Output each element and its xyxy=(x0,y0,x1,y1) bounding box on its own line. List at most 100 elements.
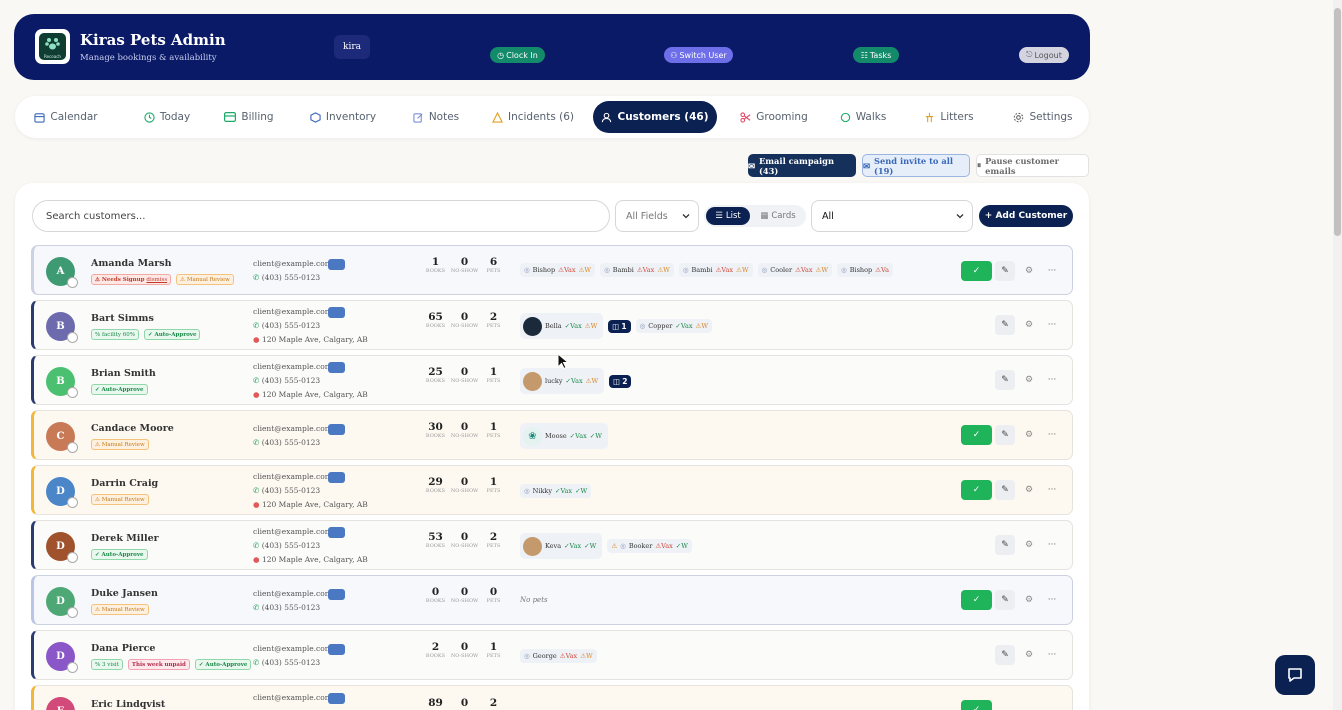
edit-button[interactable]: ✎ xyxy=(995,480,1015,500)
more-button[interactable]: ··· xyxy=(1044,425,1060,445)
edit-button[interactable]: ✎ xyxy=(995,590,1015,610)
pet-tag[interactable]: ◎ Copper ✓Vax ⚠W xyxy=(635,319,713,333)
tab-litters[interactable]: Litters xyxy=(920,101,978,133)
customer-name[interactable]: Derek Miller xyxy=(91,533,159,544)
pet-tag[interactable]: ◎ Nikky ✓Vax ✓W xyxy=(520,484,592,498)
customer-row[interactable]: B Bart Simms % facility 60% ✓ Auto-Appro… xyxy=(31,300,1073,350)
pet-tag[interactable]: ⚠ ◎ Booker ⚠Vax ✓W xyxy=(607,539,692,553)
edit-button[interactable]: ✎ xyxy=(995,535,1015,555)
email-customer-button[interactable] xyxy=(328,259,345,270)
gear-icon xyxy=(1014,112,1024,122)
logout-button[interactable]: ⎋ Logout xyxy=(1019,47,1069,63)
customer-name[interactable]: Candace Moore xyxy=(91,423,174,434)
edit-button[interactable]: ✎ xyxy=(995,645,1015,665)
pet-tag[interactable]: ◎ Bishop ⚠Vax ⚠W xyxy=(520,263,596,277)
email-customer-button[interactable] xyxy=(328,527,345,538)
scrollbar-thumb[interactable] xyxy=(1334,8,1341,236)
customer-name[interactable]: Dana Pierce xyxy=(91,643,155,654)
search-input[interactable]: Search customers... xyxy=(32,200,610,232)
approve-button[interactable]: ✓ xyxy=(961,590,992,610)
customer-name[interactable]: Darrin Craig xyxy=(91,478,158,489)
customer-row[interactable]: A Amanda Marsh ⚠ Needs Signup dismiss ⚠ … xyxy=(31,245,1073,295)
email-customer-button[interactable] xyxy=(328,362,345,373)
dismiss-link[interactable]: dismiss xyxy=(146,277,167,283)
customer-row[interactable]: D Derek Miller ✓ Auto-Approve client@exa… xyxy=(31,520,1073,570)
customer-name[interactable]: Brian Smith xyxy=(91,368,156,379)
tab-settings[interactable]: Settings xyxy=(1007,101,1079,133)
tab-walks[interactable]: Walks xyxy=(835,101,891,133)
tab-notes[interactable]: Notes xyxy=(405,101,467,133)
scrollbar[interactable] xyxy=(1333,0,1342,710)
tab-grooming[interactable]: Grooming xyxy=(731,101,817,133)
pet-list: ◎ George ⚠Vax ⚠W xyxy=(520,649,948,663)
more-button[interactable]: ··· xyxy=(1044,535,1060,555)
settings-button[interactable]: ⚙ xyxy=(1022,535,1036,555)
approve-button[interactable]: ✓ xyxy=(961,261,992,281)
pet-tag[interactable]: ❀ Moose ✓Vax ✓W xyxy=(520,423,608,449)
customer-row[interactable]: E Eric Lindqvist client@example.com 89 0… xyxy=(31,685,1073,710)
customer-name[interactable]: Eric Lindqvist xyxy=(91,699,165,710)
approve-button[interactable]: ✓ xyxy=(961,700,992,710)
clock-in-button[interactable]: ◷ Clock In xyxy=(490,47,545,63)
email-campaign-button[interactable]: ✉ Email campaign (43) xyxy=(748,154,856,177)
pet-tag[interactable]: Bella ✓Vax ⚠W xyxy=(520,313,604,339)
pet-tag[interactable]: ◎ Bishop ⚠Va xyxy=(837,263,893,277)
tab-calendar[interactable]: Calendar xyxy=(30,101,102,133)
approve-button[interactable]: ✓ xyxy=(961,480,992,500)
email-customer-button[interactable] xyxy=(328,589,345,600)
email-customer-button[interactable] xyxy=(328,307,345,318)
cards-view-button[interactable]: ▦ Cards xyxy=(754,207,802,225)
fields-select[interactable]: All Fields xyxy=(615,200,699,232)
current-user-badge[interactable]: kira xyxy=(334,35,370,59)
list-view-button[interactable]: ☰ List xyxy=(706,207,750,225)
customer-name[interactable]: Amanda Marsh xyxy=(91,258,172,269)
pet-tag[interactable]: lucky ✓Vax ⚠W xyxy=(520,368,605,394)
tasks-button[interactable]: ☷ Tasks xyxy=(853,47,899,63)
settings-button[interactable]: ⚙ xyxy=(1022,425,1036,445)
tab-customers[interactable]: Customers (46) xyxy=(593,101,717,133)
chat-button[interactable] xyxy=(1275,655,1315,695)
tab-today[interactable]: Today xyxy=(129,101,205,133)
more-button[interactable]: ··· xyxy=(1044,315,1060,335)
settings-button[interactable]: ⚙ xyxy=(1022,315,1036,335)
pet-tag[interactable]: ◎ Bambi ⚠Vax ⚠W xyxy=(600,263,674,277)
customer-row[interactable]: C Candace Moore ⚠ Manual Review client@e… xyxy=(31,410,1073,460)
more-button[interactable]: ··· xyxy=(1044,261,1060,281)
more-button[interactable]: ··· xyxy=(1044,590,1060,610)
more-button[interactable]: ··· xyxy=(1044,645,1060,665)
more-button[interactable]: ··· xyxy=(1044,370,1060,390)
tab-incidents[interactable]: Incidents (6) xyxy=(487,101,579,133)
switch-user-button[interactable]: ⚇ Switch User xyxy=(664,47,733,63)
approve-button[interactable]: ✓ xyxy=(961,425,992,445)
customer-row[interactable]: D Dana Pierce % 3 visit This week unpaid… xyxy=(31,630,1073,680)
customer-row[interactable]: D Duke Jansen ⚠ Manual Review client@exa… xyxy=(31,575,1073,625)
edit-button[interactable]: ✎ xyxy=(995,425,1015,445)
settings-button[interactable]: ⚙ xyxy=(1022,645,1036,665)
pet-tag[interactable]: ◎ Bambi ⚠Vax ⚠W xyxy=(678,263,753,277)
pause-emails-button[interactable]: ⏸ Pause customer emails xyxy=(976,154,1089,177)
edit-button[interactable]: ✎ xyxy=(995,261,1015,281)
email-customer-button[interactable] xyxy=(328,424,345,435)
settings-button[interactable]: ⚙ xyxy=(1022,261,1036,281)
customer-name[interactable]: Bart Simms xyxy=(91,313,154,324)
email-customer-button[interactable] xyxy=(328,644,345,655)
customer-name[interactable]: Duke Jansen xyxy=(91,588,158,599)
edit-button[interactable]: ✎ xyxy=(995,315,1015,335)
tab-billing[interactable]: Billing xyxy=(216,101,282,133)
pet-tag[interactable]: ◎ George ⚠Vax ⚠W xyxy=(520,649,597,663)
customer-filter-select[interactable]: All xyxy=(811,200,973,232)
edit-button[interactable]: ✎ xyxy=(995,370,1015,390)
settings-button[interactable]: ⚙ xyxy=(1022,590,1036,610)
add-customer-button[interactable]: + Add Customer xyxy=(979,205,1073,227)
customer-row[interactable]: D Darrin Craig ⚠ Manual Review client@ex… xyxy=(31,465,1073,515)
settings-button[interactable]: ⚙ xyxy=(1022,370,1036,390)
tab-inventory[interactable]: Inventory xyxy=(300,101,386,133)
pet-tag[interactable]: ◎ Cooler ⚠Vax ⚠W xyxy=(757,263,833,277)
settings-button[interactable]: ⚙ xyxy=(1022,480,1036,500)
email-customer-button[interactable] xyxy=(328,472,345,483)
more-button[interactable]: ··· xyxy=(1044,480,1060,500)
email-customer-button[interactable] xyxy=(328,693,345,704)
customer-row[interactable]: B Brian Smith ✓ Auto-Approve client@exam… xyxy=(31,355,1073,405)
send-invite-button[interactable]: ✉ Send invite to all (19) xyxy=(862,154,970,177)
pet-tag[interactable]: Kevа ✓Vax ✓W xyxy=(520,533,603,559)
